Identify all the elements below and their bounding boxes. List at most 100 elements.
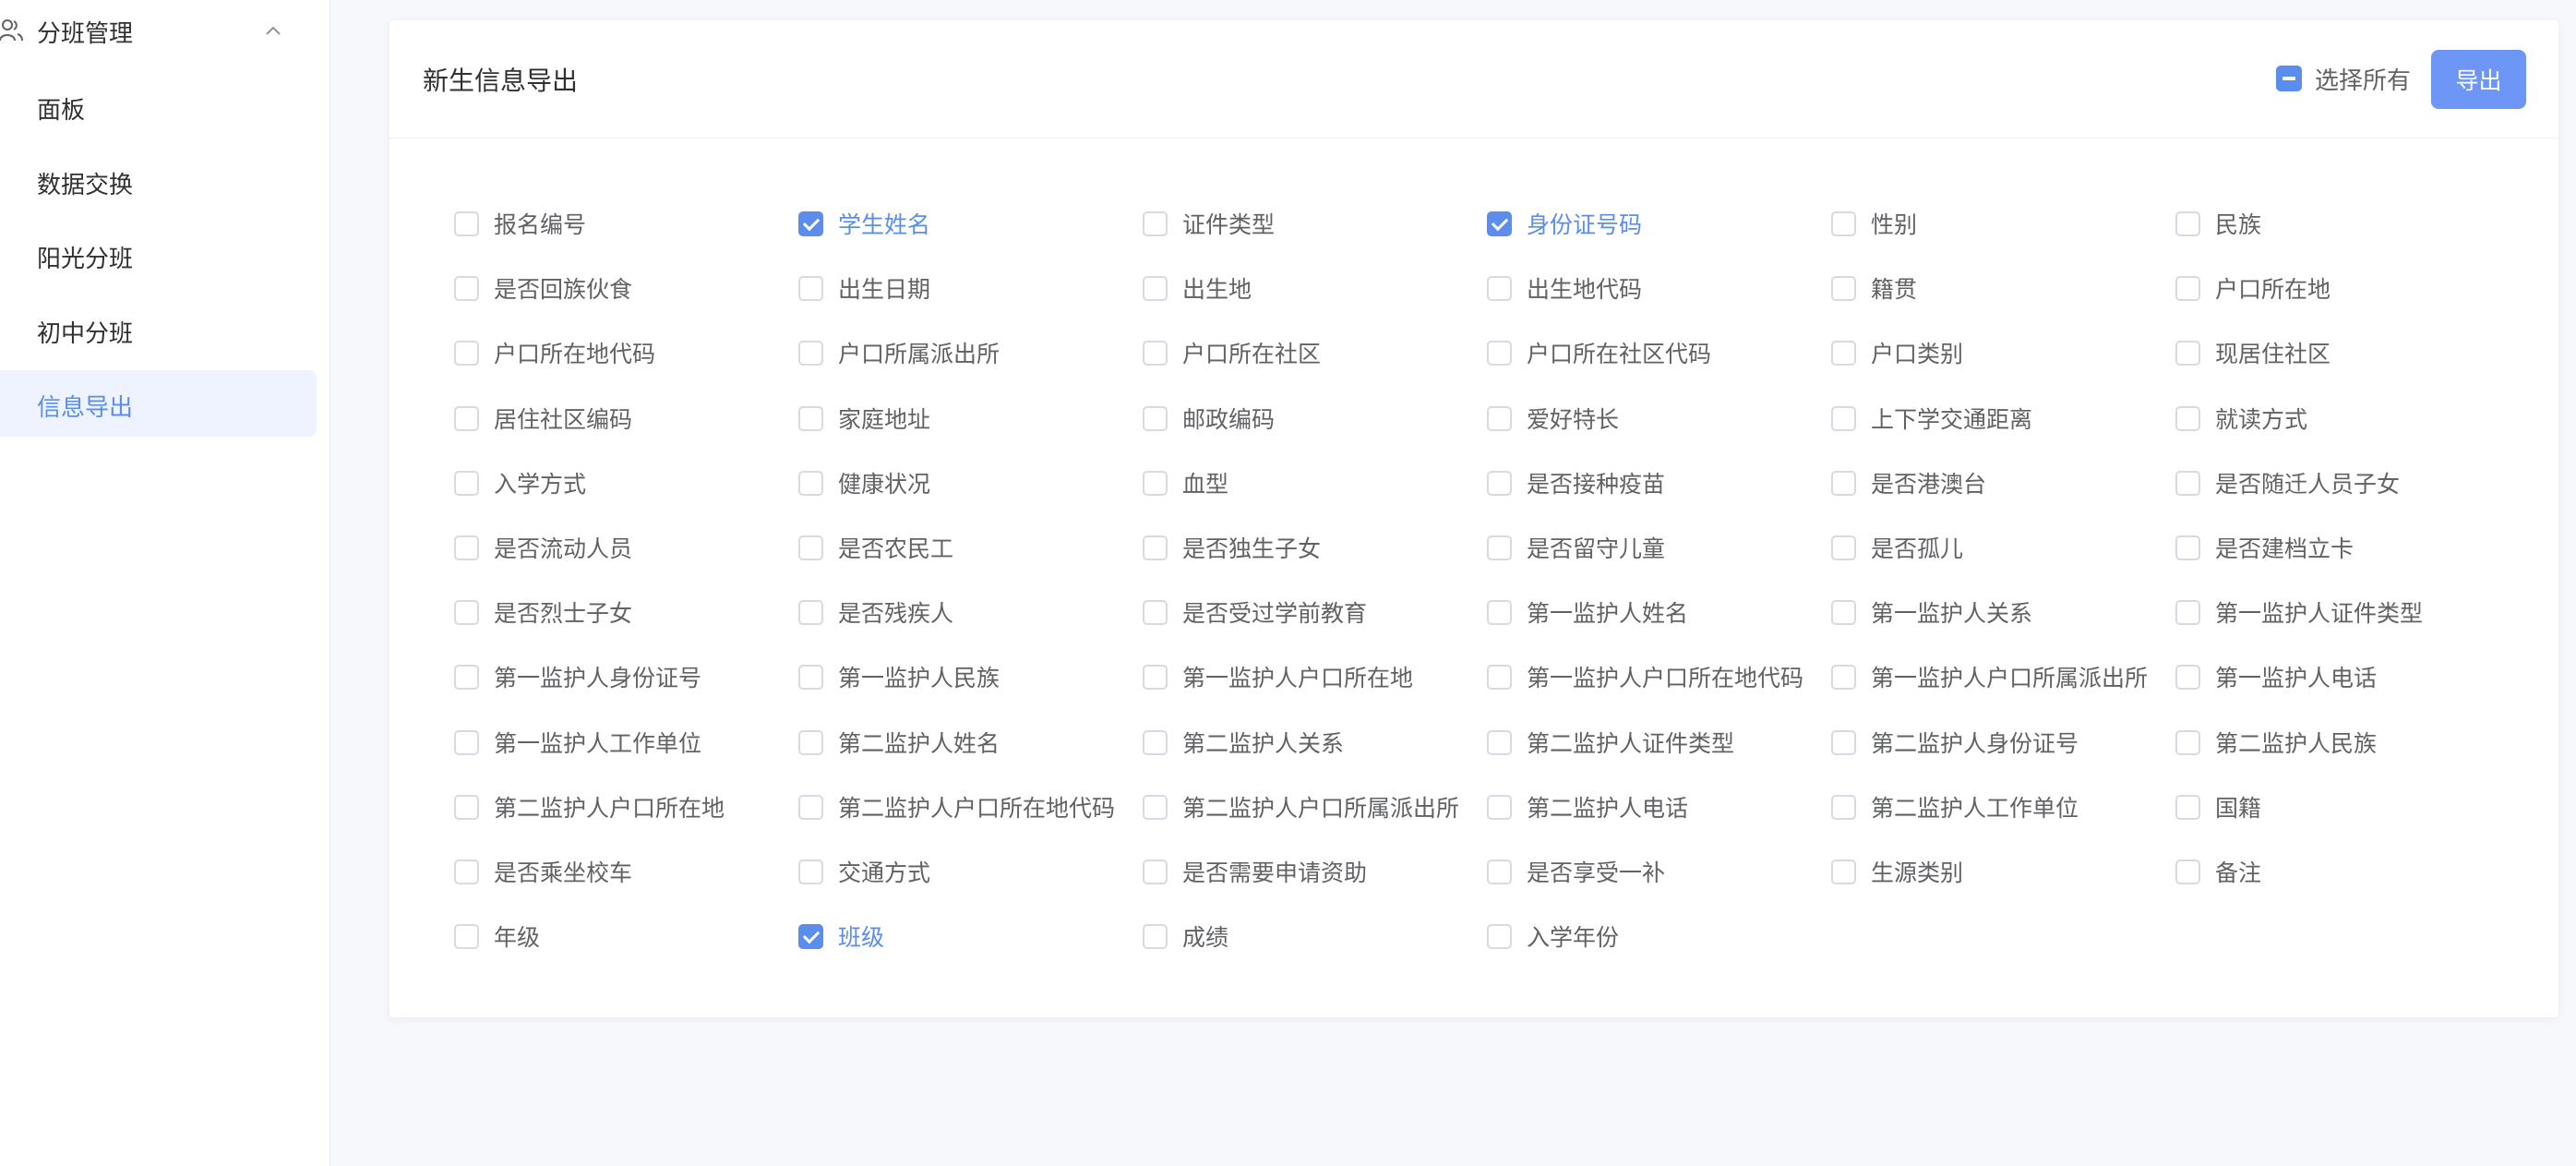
field-checkbox[interactable]: 户口所在地代码 bbox=[454, 334, 655, 371]
field-checkbox[interactable]: 是否留守儿童 bbox=[1487, 529, 1665, 566]
checkbox-icon[interactable] bbox=[454, 859, 479, 884]
checkbox-icon[interactable] bbox=[798, 275, 823, 301]
field-checkbox[interactable]: 报名编号 bbox=[454, 205, 586, 242]
checkbox-icon[interactable] bbox=[454, 535, 479, 560]
field-checkbox[interactable]: 是否乘坐校车 bbox=[454, 853, 632, 890]
checkbox-icon[interactable] bbox=[2175, 470, 2200, 496]
field-checkbox[interactable]: 户口所在社区 bbox=[1143, 334, 1321, 371]
field-checkbox[interactable]: 邮政编码 bbox=[1143, 400, 1275, 437]
export-button[interactable]: 导出 bbox=[2431, 50, 2526, 109]
checked-checkbox-icon[interactable] bbox=[798, 923, 823, 949]
field-checkbox[interactable]: 第二监护人户口所在地代码 bbox=[798, 788, 1115, 825]
checkbox-icon[interactable] bbox=[454, 599, 479, 625]
field-checkbox[interactable]: 第一监护人电话 bbox=[2175, 658, 2377, 695]
sidebar-item[interactable]: 数据交换 bbox=[0, 148, 317, 214]
field-checkbox[interactable]: 户口所属派出所 bbox=[798, 334, 1000, 371]
checkbox-icon[interactable] bbox=[1487, 470, 1512, 496]
checkbox-icon[interactable] bbox=[798, 470, 823, 496]
checkbox-icon[interactable] bbox=[1487, 340, 1512, 366]
field-checkbox[interactable]: 第一监护人关系 bbox=[1831, 594, 2032, 631]
checkbox-icon[interactable] bbox=[454, 729, 479, 755]
checkbox-icon[interactable] bbox=[1143, 859, 1168, 884]
sidebar-item[interactable]: 信息导出 bbox=[0, 370, 317, 437]
checkbox-icon[interactable] bbox=[1487, 923, 1512, 949]
checkbox-icon[interactable] bbox=[1143, 923, 1168, 949]
field-checkbox[interactable]: 第二监护人民族 bbox=[2175, 724, 2377, 761]
field-checkbox[interactable]: 出生地代码 bbox=[1487, 270, 1642, 307]
checkbox-icon[interactable] bbox=[2175, 210, 2200, 236]
checkbox-icon[interactable] bbox=[1143, 210, 1168, 236]
field-checkbox[interactable]: 第一监护人证件类型 bbox=[2175, 594, 2423, 631]
select-all-checkbox[interactable]: 选择所有 bbox=[2276, 62, 2411, 95]
field-checkbox[interactable]: 是否港澳台 bbox=[1831, 464, 1986, 501]
checkbox-icon[interactable] bbox=[1831, 470, 1856, 496]
field-checkbox[interactable]: 第二监护人工作单位 bbox=[1831, 788, 2079, 825]
checkbox-icon[interactable] bbox=[1143, 470, 1168, 496]
checkbox-icon[interactable] bbox=[1831, 599, 1856, 625]
checkbox-icon[interactable] bbox=[1487, 729, 1512, 755]
field-checkbox[interactable]: 户口所在社区代码 bbox=[1487, 334, 1711, 371]
field-checkbox[interactable]: 户口类别 bbox=[1831, 334, 1963, 371]
checkbox-icon[interactable] bbox=[1487, 599, 1512, 625]
field-checkbox[interactable]: 出生日期 bbox=[798, 270, 930, 307]
sidebar-item[interactable]: 面板 bbox=[0, 73, 317, 139]
checkbox-icon[interactable] bbox=[1831, 275, 1856, 301]
checkbox-icon[interactable] bbox=[2175, 340, 2200, 366]
checkbox-icon[interactable] bbox=[1831, 340, 1856, 366]
checkbox-icon[interactable] bbox=[454, 210, 479, 236]
checkbox-icon[interactable] bbox=[1831, 535, 1856, 560]
checkbox-icon[interactable] bbox=[454, 340, 479, 366]
field-checkbox[interactable]: 健康状况 bbox=[798, 464, 930, 501]
field-checkbox[interactable]: 第二监护人电话 bbox=[1487, 788, 1688, 825]
checkbox-icon[interactable] bbox=[1143, 405, 1168, 431]
field-checkbox[interactable]: 就读方式 bbox=[2175, 400, 2307, 437]
field-checkbox[interactable]: 第二监护人身份证号 bbox=[1831, 724, 2079, 761]
field-checkbox[interactable]: 是否流动人员 bbox=[454, 529, 632, 566]
checked-checkbox-icon[interactable] bbox=[1487, 210, 1512, 236]
checkbox-icon[interactable] bbox=[798, 729, 823, 755]
field-checkbox[interactable]: 是否农民工 bbox=[798, 529, 953, 566]
field-checkbox[interactable]: 第一监护人民族 bbox=[798, 658, 1000, 695]
checkbox-icon[interactable] bbox=[798, 340, 823, 366]
checkbox-icon[interactable] bbox=[1143, 664, 1168, 690]
field-checkbox[interactable]: 国籍 bbox=[2175, 788, 2261, 825]
field-checkbox[interactable]: 是否建档立卡 bbox=[2175, 529, 2354, 566]
checkbox-icon[interactable] bbox=[1487, 275, 1512, 301]
checkbox-icon[interactable] bbox=[798, 664, 823, 690]
checkbox-icon[interactable] bbox=[1831, 405, 1856, 431]
field-checkbox[interactable]: 备注 bbox=[2175, 853, 2261, 890]
checkbox-icon[interactable] bbox=[1143, 599, 1168, 625]
field-checkbox[interactable]: 现居住社区 bbox=[2175, 334, 2330, 371]
checkbox-icon[interactable] bbox=[1143, 275, 1168, 301]
field-checkbox[interactable]: 第二监护人关系 bbox=[1143, 724, 1344, 761]
field-checkbox[interactable]: 是否随迁人员子女 bbox=[2175, 464, 2400, 501]
field-checkbox[interactable]: 第二监护人证件类型 bbox=[1487, 724, 1734, 761]
checkbox-icon[interactable] bbox=[2175, 275, 2200, 301]
field-checkbox[interactable]: 籍贯 bbox=[1831, 270, 1917, 307]
field-checkbox[interactable]: 是否受过学前教育 bbox=[1143, 594, 1367, 631]
field-checkbox[interactable]: 第一监护人身份证号 bbox=[454, 658, 701, 695]
checkbox-icon[interactable] bbox=[2175, 729, 2200, 755]
field-checkbox[interactable]: 是否回族伙食 bbox=[454, 270, 632, 307]
field-checkbox[interactable]: 第二监护人姓名 bbox=[798, 724, 1000, 761]
checkbox-icon[interactable] bbox=[454, 794, 479, 820]
field-checkbox[interactable]: 入学方式 bbox=[454, 464, 586, 501]
checkbox-icon[interactable] bbox=[1143, 535, 1168, 560]
checkbox-icon[interactable] bbox=[798, 405, 823, 431]
checkbox-icon[interactable] bbox=[1487, 664, 1512, 690]
checkbox-icon[interactable] bbox=[798, 794, 823, 820]
checkbox-icon[interactable] bbox=[2175, 664, 2200, 690]
checkbox-icon[interactable] bbox=[1831, 859, 1856, 884]
field-checkbox[interactable]: 第二监护人户口所属派出所 bbox=[1143, 788, 1459, 825]
checked-checkbox-icon[interactable] bbox=[798, 210, 823, 236]
checkbox-icon[interactable] bbox=[454, 664, 479, 690]
field-checkbox[interactable]: 民族 bbox=[2175, 205, 2261, 242]
field-checkbox[interactable]: 学生姓名 bbox=[798, 205, 930, 242]
field-checkbox[interactable]: 性别 bbox=[1831, 205, 1917, 242]
checkbox-icon[interactable] bbox=[1487, 794, 1512, 820]
checkbox-icon[interactable] bbox=[1831, 794, 1856, 820]
field-checkbox[interactable]: 户口所在地 bbox=[2175, 270, 2330, 307]
field-checkbox[interactable]: 生源类别 bbox=[1831, 853, 1963, 890]
field-checkbox[interactable]: 上下学交通距离 bbox=[1831, 400, 2032, 437]
field-checkbox[interactable]: 班级 bbox=[798, 918, 884, 955]
